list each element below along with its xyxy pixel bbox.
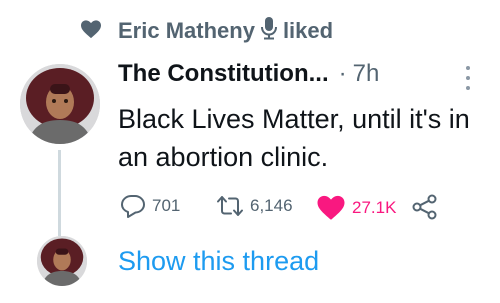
heart-icon	[80, 19, 102, 45]
retweet-count: 6,146	[250, 196, 293, 215]
microphone-icon	[260, 16, 277, 46]
show-thread-link[interactable]: Show this thread	[118, 246, 319, 277]
retweet-button[interactable]: 6,146	[216, 194, 293, 218]
liked-by-row: Eric Matheny liked	[72, 16, 333, 46]
liked-by-name[interactable]: Eric Matheny	[118, 18, 255, 44]
reply-count: 701	[152, 196, 181, 215]
heart-filled-icon	[316, 194, 346, 221]
avatar-thread[interactable]	[37, 236, 87, 286]
share-button[interactable]	[412, 194, 438, 220]
thread-line	[58, 150, 61, 236]
timestamp[interactable]: 7h	[353, 60, 380, 88]
separator: ·	[338, 60, 347, 87]
avatar[interactable]	[20, 64, 100, 144]
retweet-icon	[216, 194, 244, 218]
liked-label: liked	[282, 18, 334, 43]
share-icon	[412, 194, 438, 220]
like-button[interactable]: 27.1K	[316, 194, 396, 221]
tweet-text: Black Lives Matter, until it's in an abo…	[118, 104, 470, 172]
tweet-header: The Constitution... · 7h	[118, 60, 379, 88]
reply-icon	[120, 194, 146, 218]
author-name[interactable]: The Constitution...	[118, 60, 329, 88]
like-count: 27.1K	[352, 197, 397, 217]
more-options-icon[interactable]	[465, 66, 471, 90]
reply-button[interactable]: 701	[120, 194, 180, 218]
